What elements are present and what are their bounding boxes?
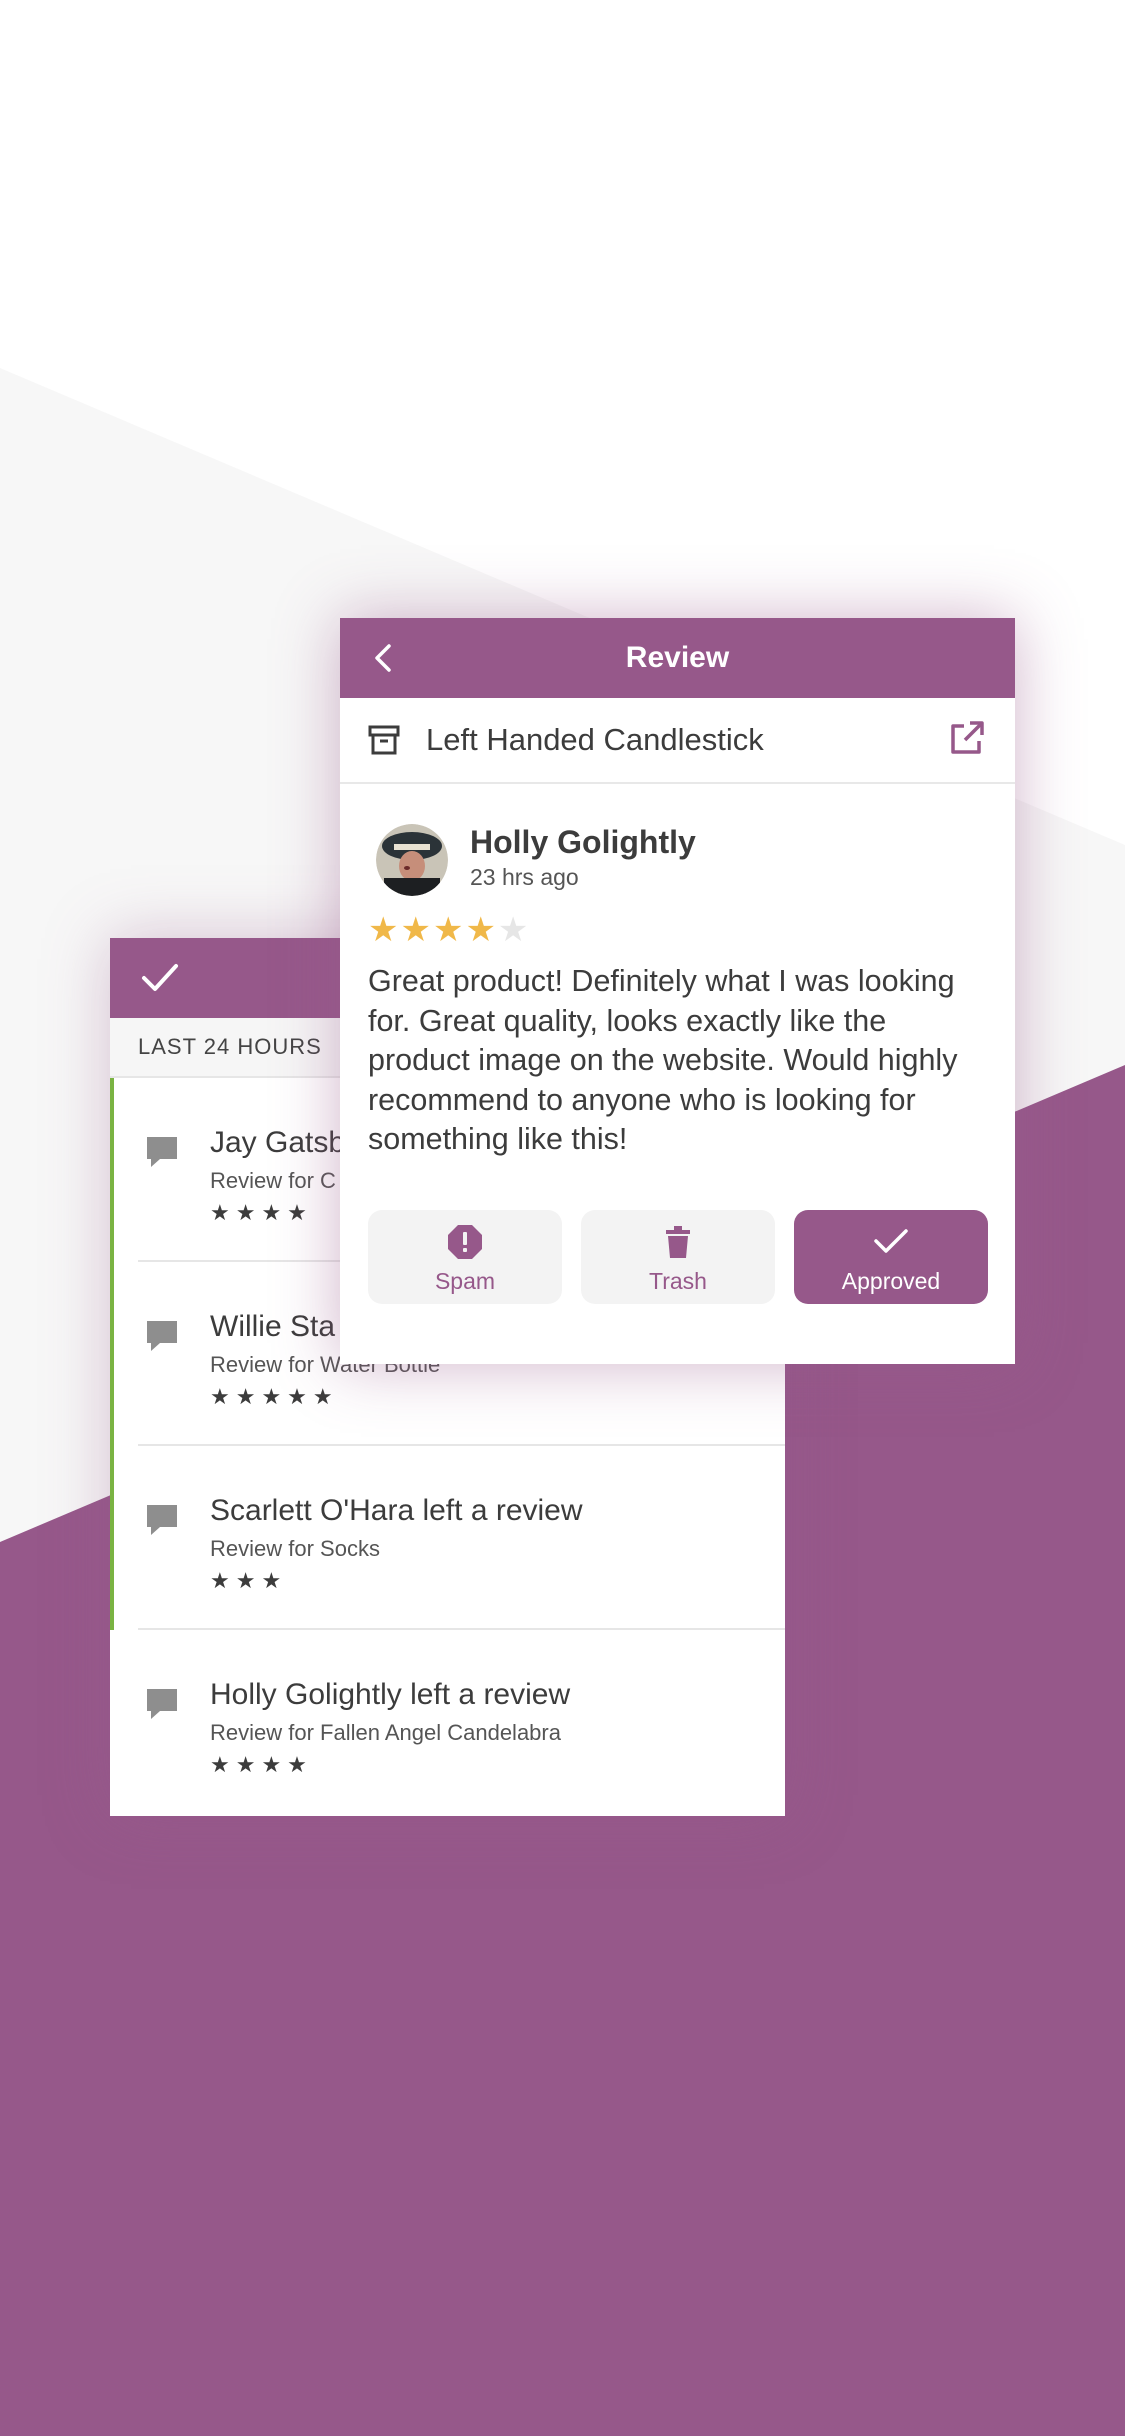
star-empty-icon: ★ (497, 911, 531, 949)
item-rating: ★★★★ (210, 1200, 313, 1225)
trash-icon (666, 1226, 690, 1258)
item-rating: ★★★ (210, 1568, 288, 1593)
item-subtitle: Review for Fallen Angel Candelabra (210, 1720, 561, 1745)
checkmark-icon[interactable] (140, 960, 180, 996)
item-subtitle: Review for C (210, 1168, 336, 1193)
review-text: Great product! Definitely what I was loo… (368, 964, 958, 1156)
item-subtitle: Review for Socks (210, 1536, 380, 1561)
list-item[interactable]: Holly Golightly left a review Review for… (110, 1630, 785, 1814)
item-rating: ★★★★ (210, 1752, 313, 1777)
spam-button[interactable]: Spam (368, 1210, 562, 1304)
trash-button[interactable]: Trash (581, 1210, 775, 1304)
reviewer-info: Holly Golightly 23 hrs ago (340, 784, 1015, 900)
comment-icon (147, 1321, 177, 1351)
item-title: Willie Sta (210, 1310, 336, 1343)
page-title: Review (625, 641, 730, 674)
spam-label: Spam (434, 1268, 496, 1294)
item-title: Holly Golightly left a review (210, 1678, 571, 1711)
item-title: Jay Gatsb (210, 1126, 346, 1159)
product-row: Left Handed Candlestick (340, 698, 1015, 784)
checkmark-icon (874, 1229, 908, 1253)
item-rating: ★★★★★ (210, 1384, 339, 1409)
product-name: Left Handed Candlestick (426, 722, 764, 757)
spam-icon (448, 1225, 482, 1259)
list-item[interactable]: Scarlett O'Hara left a review Review for… (110, 1446, 785, 1630)
comment-icon (147, 1137, 177, 1167)
review-timestamp: 23 hrs ago (470, 864, 579, 890)
item-title: Scarlett O'Hara left a review (210, 1494, 583, 1527)
review-panel: Review Left Handed Candlestick Holly Gol… (340, 618, 1015, 1364)
approved-button[interactable]: Approved (794, 1210, 988, 1304)
avatar (376, 824, 448, 896)
moderation-actions: Spam Trash Approved (368, 1210, 988, 1304)
review-header: Review (340, 618, 1015, 698)
comment-icon (147, 1505, 177, 1535)
trash-label: Trash (649, 1268, 707, 1294)
comment-icon (147, 1689, 177, 1719)
archive-icon (368, 725, 400, 755)
external-link-icon[interactable] (949, 720, 985, 756)
star-rating: ★★★★★ (368, 910, 530, 950)
approved-label: Approved (841, 1268, 941, 1294)
star-filled-icons: ★★★★ (368, 911, 498, 949)
reviewer-name: Holly Golightly (470, 824, 696, 860)
